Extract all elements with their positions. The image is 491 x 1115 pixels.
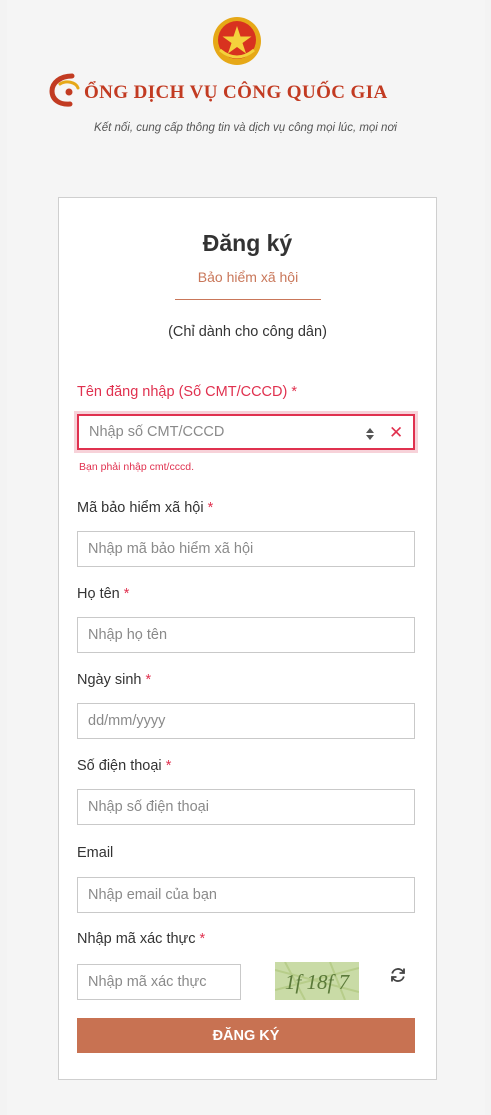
portal-logo-icon xyxy=(49,73,80,107)
captcha-input[interactable] xyxy=(77,964,241,1000)
required-marker: * xyxy=(291,384,298,400)
full-name-label: Họ tên * xyxy=(77,586,130,602)
clear-input-icon[interactable]: ✕ xyxy=(389,423,403,443)
site-tagline: Kết nối, cung cấp thông tin và dịch vụ c… xyxy=(94,122,397,134)
phone-input[interactable] xyxy=(77,789,415,825)
required-marker: * xyxy=(165,758,172,774)
email-label: Email xyxy=(77,845,114,861)
refresh-captcha-icon[interactable] xyxy=(389,966,407,984)
email-input[interactable] xyxy=(77,877,415,913)
captcha-label: Nhập mã xác thực * xyxy=(77,931,206,947)
date-of-birth-input[interactable] xyxy=(77,703,415,739)
date-of-birth-label: Ngày sinh * xyxy=(77,672,152,688)
site-title: ỔNG DỊCH VỤ CÔNG QUỐC GIA xyxy=(84,82,388,103)
required-marker: * xyxy=(123,586,130,602)
required-marker: * xyxy=(207,500,214,516)
id-number-label: Tên đăng nhập (Số CMT/CCCD) * xyxy=(77,384,298,400)
captcha-text: 1f 18f 7 xyxy=(285,970,351,994)
register-button[interactable]: ĐĂNG KÝ xyxy=(77,1018,415,1053)
full-name-input[interactable] xyxy=(77,617,415,653)
social-insurance-code-input[interactable] xyxy=(77,531,415,567)
captcha-image: 1f 18f 7 xyxy=(275,962,359,1000)
form-title: Đăng ký xyxy=(202,230,293,256)
phone-label: Số điện thoại * xyxy=(77,758,172,774)
register-card: Đăng ký Bảo hiểm xã hội (Chỉ dành cho cô… xyxy=(58,197,437,1080)
tab-social-insurance[interactable]: Bảo hiểm xã hội xyxy=(175,264,321,300)
required-marker: * xyxy=(145,672,152,688)
spinner-arrows-icon[interactable] xyxy=(365,427,375,441)
portal-brand[interactable]: ỔNG DỊCH VỤ CÔNG QUỐC GIA xyxy=(40,72,450,112)
required-marker: * xyxy=(199,931,206,947)
citizen-only-note: (Chỉ dành cho công dân) xyxy=(168,324,327,340)
social-insurance-code-label: Mã bảo hiểm xã hội * xyxy=(77,500,214,516)
national-emblem-icon xyxy=(213,17,261,65)
id-number-error: Bạn phải nhập cmt/cccd. xyxy=(79,461,194,473)
